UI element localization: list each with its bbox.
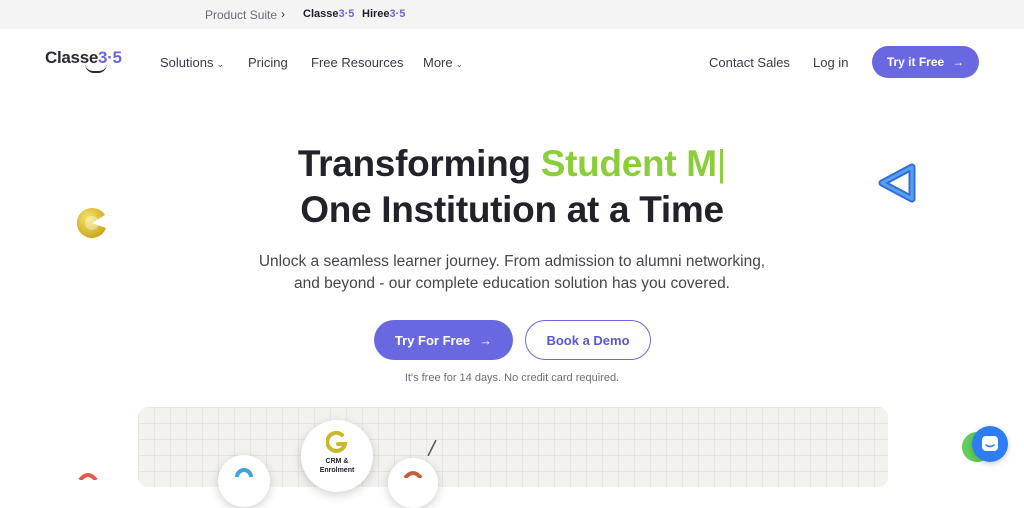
try-it-free-button[interactable]: Try it Free → [872, 46, 979, 78]
chat-icon [982, 436, 998, 451]
book-demo-button[interactable]: Book a Demo [525, 320, 651, 360]
trial-note: It's free for 14 days. No credit card re… [404, 372, 620, 384]
feature-bubble-right[interactable] [388, 458, 438, 508]
try-for-free-label: Try For Free [394, 332, 471, 348]
chevron-down-icon: ⌄ [216, 59, 225, 69]
connector-line-icon [427, 440, 437, 456]
hero-title-typed: Student M [540, 143, 717, 184]
nav-more[interactable]: More ⌄ [423, 55, 463, 70]
try-for-free-button[interactable]: Try For Free → [374, 320, 513, 360]
login-link[interactable]: Log in [813, 55, 848, 70]
product-suite-bar: Product Suite › Classe3·5 Hiree3·5 [0, 0, 1024, 29]
contact-sales-link[interactable]: Contact Sales [709, 55, 790, 70]
nav-solutions-label: Solutions [160, 55, 214, 70]
classe-product-link[interactable]: Classe3·5 [303, 8, 354, 20]
chevron-right-icon: › [281, 7, 285, 21]
logo-smile-mark [85, 64, 107, 73]
hiree-product-accent: 3·5 [389, 8, 406, 20]
nav-solutions[interactable]: Solutions ⌄ [160, 55, 224, 70]
site-logo[interactable]: Classe3·5 [45, 48, 122, 73]
nav-free-resources-label: Free Resources [311, 55, 404, 70]
typing-cursor: | [716, 143, 727, 184]
hero-title-line1: Transforming Student M| [0, 143, 1024, 185]
hero-subtitle-line1: Unlock a seamless learner journey. From … [258, 253, 766, 270]
hero-subtitle-line2: and beyond - our complete education solu… [293, 275, 730, 292]
crm-label-line2: Enrolment [319, 467, 355, 474]
arrow-right-icon: → [479, 332, 493, 348]
classe-product-name: Classe [303, 8, 339, 20]
crm-label-line1: CRM & [325, 458, 349, 465]
crm-icon [326, 430, 348, 453]
feature-bubble-left[interactable] [218, 455, 270, 507]
hiree-product-name: Hiree [362, 8, 390, 20]
hero-title-line2: One Institution at a Time [300, 189, 724, 230]
feature-icon [235, 468, 253, 477]
try-it-free-label: Try it Free [886, 55, 945, 69]
crm-enrolment-bubble[interactable]: CRM & Enrolment [301, 420, 373, 492]
hero-title-prefix: Transforming [297, 143, 541, 184]
nav-more-label: More [423, 55, 453, 70]
product-suite-label: Product Suite [205, 8, 278, 22]
arrow-right-icon: → [952, 55, 965, 69]
hiree-product-link[interactable]: Hiree3·5 [362, 8, 405, 20]
preview-shape-icon [78, 473, 98, 480]
chat-launcher-button[interactable] [972, 426, 1008, 462]
crm-enrolment-label: CRM & Enrolment [301, 457, 373, 475]
chevron-down-icon: ⌄ [455, 59, 464, 69]
nav-pricing[interactable]: Pricing [248, 55, 288, 70]
feature-icon [403, 471, 423, 478]
main-navigation: Classe3·5 Solutions ⌄ Pricing Free Resour… [0, 29, 1024, 95]
nav-pricing-label: Pricing [248, 55, 288, 70]
nav-free-resources[interactable]: Free Resources [311, 55, 403, 70]
classe-product-accent: 3·5 [338, 8, 355, 20]
book-demo-label: Book a Demo [546, 332, 630, 348]
